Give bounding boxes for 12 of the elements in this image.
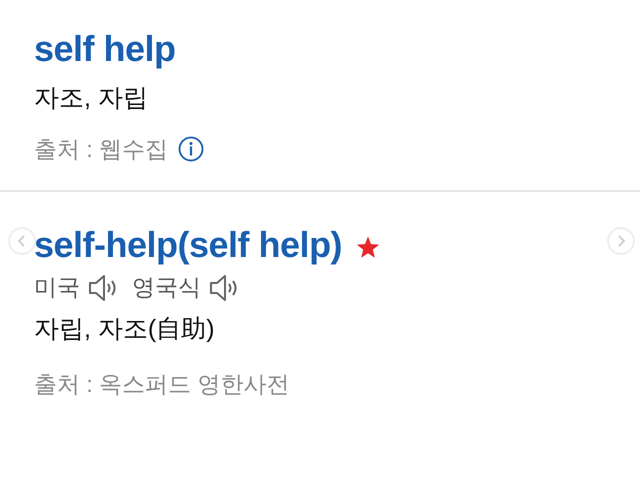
meaning-text: 자조, 자립: [34, 83, 149, 114]
source-text: 출처 : 웹수집: [34, 135, 168, 164]
accent-label: 영국식: [132, 273, 201, 302]
accent-label: 미국: [34, 273, 80, 302]
headword-link[interactable]: self-help(self help): [34, 222, 342, 268]
speaker-icon[interactable]: [209, 274, 239, 302]
headword-link[interactable]: self help: [34, 26, 176, 72]
source-text: 출처 : 옥스퍼드 영한사전: [34, 370, 290, 399]
meaning-text: 자립, 자조(自助): [34, 314, 216, 345]
info-icon[interactable]: [178, 136, 204, 162]
speaker-icon[interactable]: [88, 274, 118, 302]
star-icon: [356, 235, 380, 259]
